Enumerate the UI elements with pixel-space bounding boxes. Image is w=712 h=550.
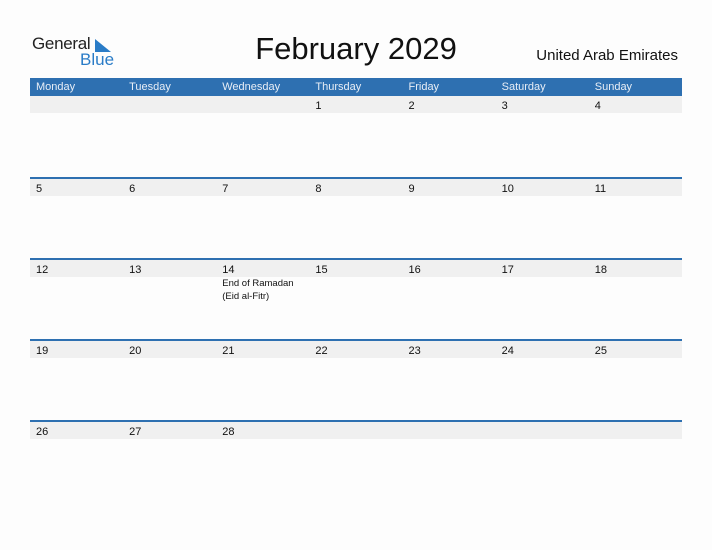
day-cell: 22: [309, 341, 402, 358]
weekday-thursday: Thursday: [315, 81, 362, 93]
week-row: 1 2 3 4: [30, 96, 682, 177]
day-cell: 24: [496, 341, 589, 358]
day-number: 20: [129, 345, 142, 357]
day-cell: 16: [403, 260, 496, 277]
date-strip: 26 27 28: [30, 422, 682, 439]
holiday-event: [309, 277, 402, 303]
day-number: 2: [408, 100, 415, 112]
day-number: 26: [36, 426, 49, 438]
day-number: 25: [594, 345, 607, 357]
week-row: 5 6 7 8 9 10 11: [30, 177, 682, 258]
day-number: 11: [594, 183, 607, 195]
day-cell: 6: [123, 179, 216, 196]
day-cell: 26: [30, 422, 123, 439]
holiday-event: [589, 277, 682, 303]
date-strip: 1 2 3 4: [30, 96, 682, 113]
day-cell: 7: [216, 179, 309, 196]
holiday-event: [496, 277, 589, 303]
day-cell: [309, 422, 402, 439]
holiday-event: [30, 277, 123, 303]
day-cell: 10: [496, 179, 589, 196]
day-cell: 21: [216, 341, 309, 358]
day-number: 23: [408, 345, 421, 357]
weekday-tuesday: Tuesday: [129, 81, 171, 93]
day-number: 6: [129, 183, 136, 195]
weekday-friday: Friday: [408, 81, 440, 93]
week-row: 26 27 28: [30, 420, 682, 501]
date-strip: 12 13 14 15 16 17 18: [30, 260, 682, 277]
day-number: 8: [315, 183, 322, 195]
day-number: 17: [501, 264, 514, 276]
weekday-wednesday: Wednesday: [222, 81, 281, 93]
day-cell: 8: [309, 179, 402, 196]
calendar-grid: Monday Tuesday Wednesday Thursday Friday…: [30, 78, 682, 501]
day-cell: 12: [30, 260, 123, 277]
day-cell: 23: [403, 341, 496, 358]
day-number: 19: [36, 345, 49, 357]
day-number: 27: [129, 426, 142, 438]
day-cell: [30, 96, 123, 113]
day-number: 3: [501, 100, 508, 112]
day-number: 15: [315, 264, 328, 276]
day-number: 18: [594, 264, 607, 276]
day-number: 5: [36, 183, 43, 195]
day-number: 1: [315, 100, 322, 112]
day-cell: 9: [403, 179, 496, 196]
week-row: 19 20 21 22 23 24 25: [30, 339, 682, 420]
day-cell: [589, 422, 682, 439]
day-cell: 2: [403, 96, 496, 113]
day-cell: 5: [30, 179, 123, 196]
day-cell: [403, 422, 496, 439]
day-cell: 1: [309, 96, 402, 113]
day-cell: [123, 96, 216, 113]
day-cell: [216, 96, 309, 113]
country-label: United Arab Emirates: [536, 47, 678, 64]
day-number: 9: [408, 183, 415, 195]
day-cell: 13: [123, 260, 216, 277]
day-cell: 20: [123, 341, 216, 358]
day-number: 14: [222, 264, 235, 276]
day-cell: [496, 422, 589, 439]
day-number: 10: [501, 183, 514, 195]
weekday-saturday: Saturday: [501, 81, 546, 93]
day-cell: 18: [589, 260, 682, 277]
day-cell: 28: [216, 422, 309, 439]
day-cell: 15: [309, 260, 402, 277]
weekday-sunday: Sunday: [594, 81, 633, 93]
date-strip: 19 20 21 22 23 24 25: [30, 341, 682, 358]
day-cell: 19: [30, 341, 123, 358]
holiday-event: [123, 277, 216, 303]
day-number: 24: [501, 345, 514, 357]
holiday-event: [403, 277, 496, 303]
day-number: 22: [315, 345, 328, 357]
day-cell: 4: [589, 96, 682, 113]
weeks-container: 1 2 3 4 5 6 7 8 9 10 11 12 13 14 15 16 17 18 End of Ramada…: [30, 96, 682, 501]
day-cell: 3: [496, 96, 589, 113]
day-number: 13: [129, 264, 142, 276]
weekday-header: Monday Tuesday Wednesday Thursday Friday…: [30, 78, 682, 96]
day-number: 4: [594, 100, 601, 112]
day-cell: 25: [589, 341, 682, 358]
day-cell: 17: [496, 260, 589, 277]
day-number: 12: [36, 264, 49, 276]
weekday-monday: Monday: [36, 81, 76, 93]
day-number: 16: [408, 264, 421, 276]
date-strip: 5 6 7 8 9 10 11: [30, 179, 682, 196]
day-cell: 27: [123, 422, 216, 439]
day-cell: 11: [589, 179, 682, 196]
day-number: 7: [222, 183, 229, 195]
day-number: 28: [222, 426, 235, 438]
day-number: 21: [222, 345, 235, 357]
events-row: End of Ramadan (Eid al-Fitr): [30, 277, 682, 303]
day-cell: 14: [216, 260, 309, 277]
week-row: 12 13 14 15 16 17 18 End of Ramadan (Eid al-Fit…: [30, 258, 682, 339]
holiday-event: End of Ramadan (Eid al-Fitr): [222, 278, 294, 302]
